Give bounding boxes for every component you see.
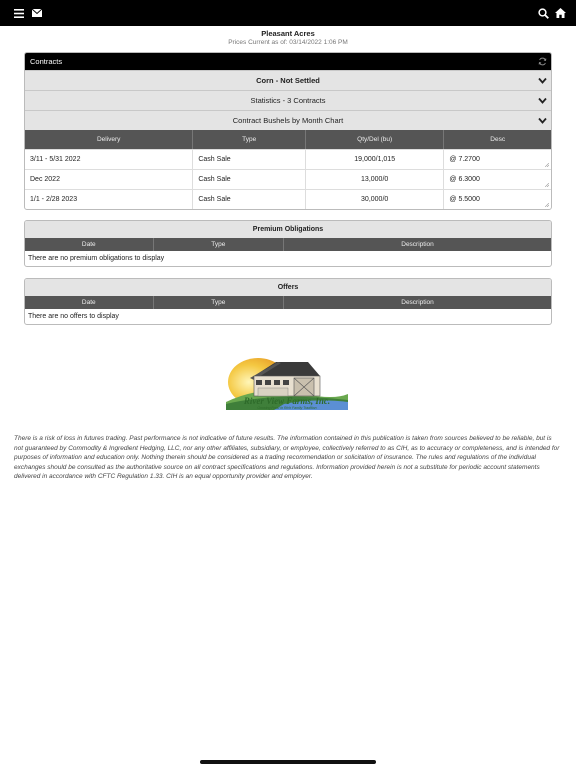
cell-delivery: 1/1 - 2/28 2023 [25,190,194,209]
risk-disclaimer: There is a risk of loss in futures tradi… [14,435,560,481]
resize-grip-icon [544,203,549,207]
search-icon[interactable] [536,6,550,20]
premium-obligations-panel: Premium Obligations Date Type Descriptio… [24,220,552,267]
cell-qty: 13,000/0 [306,170,445,189]
logo-text: River View Farms, Inc. [243,396,331,406]
contracts-header: Contracts [25,53,551,70]
column-header-description[interactable]: Description [284,238,551,251]
top-bar [0,0,576,26]
cell-delivery: 3/11 - 5/31 2022 [25,150,194,169]
offers-table-header: Date Type Description [25,296,551,309]
cell-desc: @ 7.2700 [444,150,551,169]
cell-type: Cash Sale [193,170,306,189]
page-title: Pleasant Acres [261,29,315,38]
accordion-label: Contract Bushels by Month Chart [232,116,344,125]
column-header-type[interactable]: Type [154,296,285,309]
contracts-title: Contracts [30,57,63,66]
cell-qty: 30,000/0 [306,190,445,209]
chevron-down-icon [538,117,547,125]
resize-grip-icon [544,183,549,187]
column-header-date[interactable]: Date [25,238,154,251]
resize-grip-icon [544,163,549,167]
empty-message: There are no offers to display [28,313,119,320]
desc-text: @ 5.5000 [449,196,480,203]
cell-type: Cash Sale [193,150,306,169]
accordion-label: Corn - Not Settled [256,76,320,85]
cell-type: Cash Sale [193,190,306,209]
contracts-panel: Contracts Corn - Not Settled Statistics … [24,52,552,210]
table-row[interactable]: 3/11 - 5/31 2022 Cash Sale 19,000/1,015 … [25,149,551,169]
cell-desc: @ 5.5000 [444,190,551,209]
refresh-icon[interactable] [538,57,547,66]
mail-icon[interactable] [30,6,44,20]
column-header-description[interactable]: Description [284,296,551,309]
column-header-date[interactable]: Date [25,296,154,309]
chevron-down-icon [538,97,547,105]
logo-tagline: Growing Food in Rich Family Tradition [257,406,317,410]
accordion-label: Statistics - 3 Contracts [250,96,326,105]
accordion-bushels-chart[interactable]: Contract Bushels by Month Chart [25,110,551,130]
menu-icon[interactable] [12,6,26,20]
column-header-desc[interactable]: Desc [444,130,551,149]
cell-delivery: Dec 2022 [25,170,194,189]
contracts-table-header: Delivery Type Qty/Del (bu) Desc [25,130,551,149]
column-header-qty[interactable]: Qty/Del (bu) [306,130,445,149]
accordion-statistics[interactable]: Statistics - 3 Contracts [25,90,551,110]
column-header-delivery[interactable]: Delivery [25,130,194,149]
accordion-corn-not-settled[interactable]: Corn - Not Settled [25,70,551,90]
cell-qty: 19,000/1,015 [306,150,445,169]
prices-timestamp: Prices Current as of: 03/14/2022 1:06 PM [228,39,348,46]
desc-text: @ 7.2700 [449,156,480,163]
offers-title: Offers [25,279,551,296]
table-row[interactable]: 1/1 - 2/28 2023 Cash Sale 30,000/0 @ 5.5… [25,189,551,209]
premium-obligations-title: Premium Obligations [25,221,551,238]
chevron-down-icon [538,77,547,85]
home-indicator[interactable] [200,760,376,764]
home-icon[interactable] [553,6,567,20]
desc-text: @ 6.3000 [449,176,480,183]
cell-desc: @ 6.3000 [444,170,551,189]
premium-table-header: Date Type Description [25,238,551,251]
empty-message: There are no premium obligations to disp… [28,255,165,262]
offers-panel: Offers Date Type Description There are n… [24,278,552,325]
column-header-type[interactable]: Type [193,130,306,149]
table-row[interactable]: Dec 2022 Cash Sale 13,000/0 @ 6.3000 [25,169,551,189]
column-header-type[interactable]: Type [154,238,285,251]
